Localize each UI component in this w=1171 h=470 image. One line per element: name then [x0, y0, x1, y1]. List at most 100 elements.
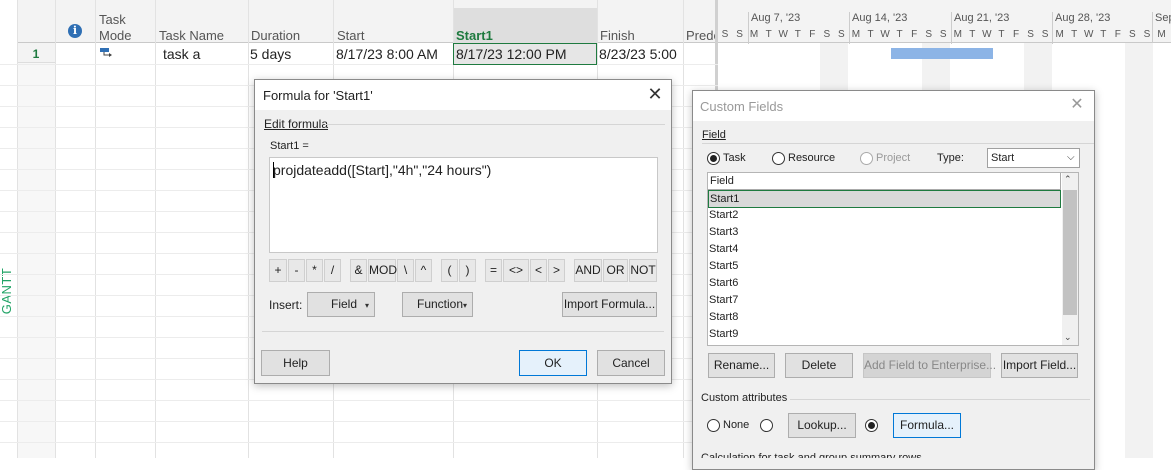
op-greater-button[interactable]: >: [548, 259, 565, 282]
day-label: W: [1084, 29, 1094, 40]
list-item[interactable]: Start8: [708, 309, 1061, 326]
list-item[interactable]: Start6: [708, 275, 1061, 292]
op-divide-button[interactable]: /: [324, 259, 341, 282]
op-power-button[interactable]: ^: [415, 259, 432, 282]
dropdown-arrow-icon: ▾: [365, 301, 370, 310]
insert-field-label: Field: [331, 297, 358, 311]
list-item[interactable]: Start5: [708, 258, 1061, 275]
rename-button[interactable]: Rename...: [708, 353, 775, 378]
day-label: M: [1055, 29, 1064, 40]
field-group-label: Field: [702, 129, 726, 141]
none-radio[interactable]: [707, 419, 720, 432]
ok-button[interactable]: OK: [519, 350, 587, 376]
finish-cell[interactable]: 8/23/23 5:00: [599, 44, 683, 64]
day-label: T: [969, 29, 976, 40]
col-finish[interactable]: Finish: [600, 28, 635, 43]
week-label: Sep: [1155, 12, 1171, 24]
day-label: M: [1157, 29, 1166, 40]
scroll-up-icon[interactable]: ⌃: [1064, 174, 1072, 185]
chevron-down-icon: ⌵: [1067, 152, 1075, 163]
day-label: T: [998, 29, 1005, 40]
day-label: F: [911, 29, 918, 40]
op-multiply-button[interactable]: *: [306, 259, 323, 282]
day-label: S: [1129, 29, 1136, 40]
resource-radio-label[interactable]: Resource: [788, 152, 835, 164]
resource-radio[interactable]: [772, 152, 785, 165]
op-equals-button[interactable]: =: [485, 259, 502, 282]
day-label: T: [1071, 29, 1078, 40]
day-label: S: [925, 29, 933, 40]
lookup-radio[interactable]: [760, 419, 773, 432]
none-radio-label[interactable]: None: [723, 419, 749, 431]
task-radio-label[interactable]: Task: [723, 152, 746, 164]
week-label: Aug 14, '23: [852, 12, 908, 24]
start-cell[interactable]: 8/17/23 8:00 AM: [336, 44, 452, 64]
list-item[interactable]: Start2: [708, 207, 1061, 224]
op-and-button[interactable]: AND: [574, 259, 602, 282]
day-label: S: [1143, 29, 1151, 40]
insert-function-button[interactable]: Function ▾: [402, 292, 473, 317]
list-item[interactable]: Start9: [708, 326, 1061, 343]
scrollbar-thumb[interactable]: [1063, 190, 1077, 315]
type-select[interactable]: Start ⌵: [987, 148, 1080, 168]
formula-radio[interactable]: [865, 419, 878, 432]
op-concat-button[interactable]: &: [350, 259, 367, 282]
col-duration[interactable]: Duration: [251, 28, 300, 43]
day-label: F: [1114, 29, 1121, 40]
project-radio-label: Project: [876, 152, 911, 164]
dialog-title: Custom Fields: [700, 99, 784, 114]
day-label: T: [765, 29, 772, 40]
task-bar[interactable]: [891, 48, 993, 59]
op-less-button[interactable]: <: [530, 259, 547, 282]
op-rparen-button[interactable]: ): [459, 259, 476, 282]
duration-cell[interactable]: 5 days: [250, 44, 332, 64]
lookup-button[interactable]: Lookup...: [788, 413, 856, 438]
help-button[interactable]: Help: [261, 350, 330, 376]
import-field-button[interactable]: Import Field...: [1001, 353, 1078, 378]
col-predecessors[interactable]: Prede: [686, 28, 715, 43]
day-label: S: [721, 29, 729, 40]
op-or-button[interactable]: OR: [603, 259, 628, 282]
day-label: S: [939, 29, 947, 40]
close-icon[interactable]: ✕: [1067, 95, 1087, 115]
day-label: T: [1100, 29, 1107, 40]
op-lparen-button[interactable]: (: [441, 259, 458, 282]
formula-dialog: Formula for 'Start1' ✕ Edit formula Star…: [254, 79, 672, 384]
op-mod-button[interactable]: MOD: [368, 259, 397, 282]
op-plus-button[interactable]: +: [269, 259, 287, 282]
row-number[interactable]: 1: [17, 44, 55, 64]
op-not-button[interactable]: NOT: [629, 259, 657, 282]
list-item[interactable]: Start7: [708, 292, 1061, 309]
info-icon: i: [68, 24, 82, 38]
op-notequal-button[interactable]: <>: [503, 259, 529, 282]
day-label: W: [982, 29, 992, 40]
op-minus-button[interactable]: -: [288, 259, 305, 282]
list-item[interactable]: Start3: [708, 224, 1061, 241]
task-radio[interactable]: [707, 152, 720, 165]
list-item[interactable]: Start4: [708, 241, 1061, 258]
start1-cell[interactable]: 8/17/23 12:00 PM: [453, 43, 597, 65]
day-label: M: [953, 29, 962, 40]
scroll-down-icon[interactable]: ⌄: [1064, 332, 1072, 343]
col-task-mode-line2[interactable]: Mode: [99, 28, 132, 43]
row-header-area: [17, 63, 55, 458]
formula-textarea[interactable]: projdateadd([Start],"4h","24 hours"): [269, 157, 658, 253]
formula-button[interactable]: Formula...: [893, 413, 961, 438]
close-icon[interactable]: ✕: [645, 84, 665, 104]
delete-button[interactable]: Delete: [785, 353, 853, 378]
col-task-name[interactable]: Task Name: [159, 28, 224, 43]
day-label: S: [736, 29, 743, 40]
op-intdiv-button[interactable]: \: [397, 259, 414, 282]
cancel-button[interactable]: Cancel: [597, 350, 665, 376]
task-name-cell[interactable]: task a: [163, 44, 247, 64]
day-label: T: [896, 29, 903, 40]
col-task-mode-line1[interactable]: Task: [99, 12, 126, 27]
insert-field-button[interactable]: Field ▾: [307, 292, 375, 317]
col-start1[interactable]: Start1: [456, 28, 493, 43]
import-formula-button[interactable]: Import Formula...: [562, 292, 657, 317]
day-label: S: [1041, 29, 1049, 40]
col-start[interactable]: Start: [337, 28, 364, 43]
list-item[interactable]: Start1: [708, 190, 1061, 208]
type-label: Type:: [937, 152, 964, 164]
day-label: M: [749, 29, 759, 40]
